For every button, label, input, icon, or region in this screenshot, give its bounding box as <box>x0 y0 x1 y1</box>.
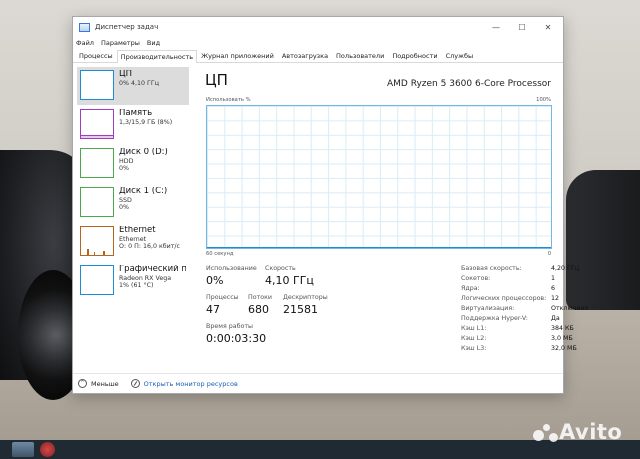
sidebar-item-label: Память <box>119 109 153 118</box>
sidebar-item-label: ЦП <box>119 70 132 79</box>
taskbar-app-icon[interactable] <box>12 442 34 457</box>
tab-processes[interactable]: Процессы <box>75 49 117 62</box>
avito-logo-icon <box>533 422 559 444</box>
processes-label: Процессы <box>206 294 239 301</box>
tab-app-history[interactable]: Журнал приложений <box>197 49 278 62</box>
close-button[interactable]: ✕ <box>535 17 561 37</box>
page-title: ЦП <box>205 71 228 89</box>
wallpaper-car-right <box>566 170 640 310</box>
maximize-button[interactable]: ☐ <box>509 17 535 37</box>
sidebar-item-cpu[interactable]: ЦП 0% 4,10 ГГц <box>77 67 189 105</box>
sidebar-item-detail-2: 1% (61 °C) <box>119 282 154 289</box>
spec-row-cores: Ядра: 6 <box>461 285 556 292</box>
menubar: Файл Параметры Вид <box>73 37 563 49</box>
chevron-up-icon[interactable]: ^ <box>78 379 87 388</box>
disk-0-thumbnail-graph <box>80 148 114 178</box>
sidebar-item-detail: SSD <box>119 196 132 204</box>
uptime-label: Время работы <box>206 323 253 330</box>
sidebar-item-detail: Ethernet <box>119 235 147 243</box>
sidebar-item-label: Диск 0 (D:) <box>119 148 168 157</box>
sidebar-item-label: Ethernet <box>119 226 156 235</box>
performance-content: ЦП 0% 4,10 ГГц Память 1,3/15,9 ГБ (8%) Д… <box>73 63 589 373</box>
sidebar-item-detail-2: 0% <box>119 165 129 172</box>
sidebar-item-detail: 0% 4,10 ГГц <box>119 79 159 87</box>
handles-value: 21581 <box>283 303 318 316</box>
uptime-value: 0:00:03:30 <box>206 332 267 345</box>
spec-row-l1-cache: Кэш L1: 384 КБ <box>461 325 574 332</box>
window-title: Диспетчер задач <box>95 23 159 31</box>
menu-view[interactable]: Вид <box>147 39 160 47</box>
sidebar-item-disk-1[interactable]: Диск 1 (C:) SSD 0% <box>77 184 189 222</box>
open-resource-monitor-link[interactable]: Открыть монитор ресурсов <box>144 380 238 388</box>
resource-monitor-icon[interactable] <box>130 379 140 388</box>
threads-value: 680 <box>248 303 269 316</box>
menu-file[interactable]: Файл <box>76 39 94 47</box>
sidebar-item-ethernet[interactable]: Ethernet Ethernet О: 0 П: 16,0 кбит/с <box>77 223 189 261</box>
handles-label: Дескрипторы <box>283 294 328 301</box>
sidebar-item-memory[interactable]: Память 1,3/15,9 ГБ (8%) <box>77 106 189 144</box>
cpu-thumbnail-graph <box>80 70 114 100</box>
tab-startup[interactable]: Автозагрузка <box>278 49 332 62</box>
sidebar-item-label: Графический про <box>119 265 186 274</box>
task-manager-icon <box>79 22 90 32</box>
speed-label: Скорость <box>265 265 296 272</box>
tab-bar: Процессы Производительность Журнал прило… <box>73 49 563 63</box>
cpu-details-panel: ЦП AMD Ryzen 5 3600 6-Core Processor Исп… <box>203 67 589 373</box>
graph-label-bottom-left: 60 секунд <box>206 251 234 257</box>
tab-services[interactable]: Службы <box>442 49 478 62</box>
spec-row-logical-processors: Логических процессоров: 12 <box>461 295 560 302</box>
sidebar-item-disk-0[interactable]: Диск 0 (D:) HDD 0% <box>77 145 189 183</box>
titlebar[interactable]: Диспетчер задач — ☐ ✕ <box>73 17 563 37</box>
tab-users[interactable]: Пользователи <box>332 49 388 62</box>
spec-row-hyper-v: Поддержка Hyper-V: Да <box>461 315 560 322</box>
spec-row-l3-cache: Кэш L3: 32,0 МБ <box>461 345 577 352</box>
spec-row-l2-cache: Кэш L2: 3,0 МБ <box>461 335 573 342</box>
sidebar-item-detail-2: О: 0 П: 16,0 кбит/с <box>119 243 180 250</box>
fewer-details-button[interactable]: Меньше <box>91 380 119 388</box>
disk-1-thumbnail-graph <box>80 187 114 217</box>
menu-options[interactable]: Параметры <box>101 39 140 47</box>
taskbar-app-icon-2[interactable] <box>40 442 55 457</box>
resource-sidebar: ЦП 0% 4,10 ГГц Память 1,3/15,9 ГБ (8%) Д… <box>77 67 189 373</box>
threads-label: Потоки <box>248 294 273 301</box>
avito-watermark: Avito <box>533 420 622 444</box>
sidebar-item-detail: 1,3/15,9 ГБ (8%) <box>119 118 173 126</box>
spec-row-sockets: Сокетов: 1 <box>461 275 556 282</box>
usage-label: Использование <box>206 265 257 272</box>
sidebar-item-detail-2: 0% <box>119 204 129 211</box>
tab-details[interactable]: Подробности <box>388 49 441 62</box>
spec-row-virtualization: Виртуализация: Отключено <box>461 305 589 312</box>
sidebar-item-detail: HDD <box>119 157 134 165</box>
cpu-usage-line <box>207 247 551 248</box>
graph-label-top-right: 100% <box>536 97 551 103</box>
gpu-thumbnail-graph <box>80 265 114 295</box>
cpu-model-name: AMD Ryzen 5 3600 6-Core Processor <box>387 79 551 89</box>
tab-performance[interactable]: Производительность <box>116 50 198 63</box>
graph-label-bottom-right: 0 <box>547 251 551 257</box>
ethernet-thumbnail-graph <box>80 226 114 256</box>
spec-row-base-speed: Базовая скорость: 4,20 ГГц <box>461 265 579 272</box>
minimize-button[interactable]: — <box>483 17 509 37</box>
sidebar-item-gpu[interactable]: Графический про Radeon RX Vega 1% (61 °C… <box>77 262 189 300</box>
usage-value: 0% <box>206 274 224 287</box>
footer-bar: ^ Меньше Открыть монитор ресурсов <box>73 373 563 393</box>
sidebar-item-label: Диск 1 (C:) <box>119 187 168 196</box>
speed-value: 4,10 ГГц <box>265 274 314 287</box>
cpu-usage-graph <box>206 105 552 249</box>
graph-label-top-left: Использовать % <box>206 97 251 103</box>
processes-value: 47 <box>206 303 220 316</box>
memory-thumbnail-graph <box>80 109 114 139</box>
task-manager-window: Диспетчер задач — ☐ ✕ Файл Параметры Вид… <box>72 16 589 394</box>
sidebar-item-detail: Radeon RX Vega <box>119 274 172 282</box>
